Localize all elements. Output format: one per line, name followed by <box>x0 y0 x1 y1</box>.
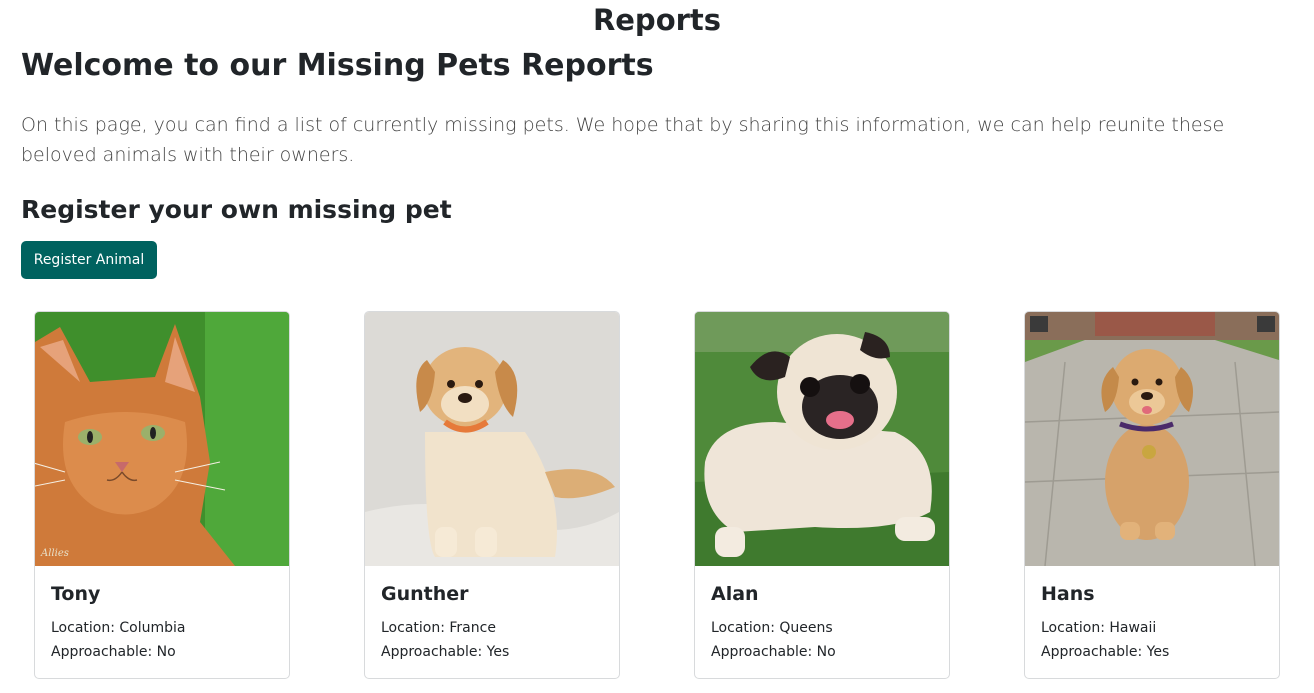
intro-text: On this page, you can find a list of cur… <box>21 114 1225 166</box>
pet-name: Gunther <box>381 583 469 605</box>
photo-watermark: Allies <box>40 548 69 559</box>
welcome-heading: Welcome to our Missing Pets Reports <box>21 48 654 83</box>
register-animal-button[interactable]: Register Animal <box>21 241 157 279</box>
pet-photo-hans <box>1025 312 1279 566</box>
reports-page: Reports Welcome to our Missing Pets Repo… <box>0 0 1314 693</box>
pet-location: Location: Queens <box>711 620 833 636</box>
pet-approachable: Approachable: Yes <box>1041 644 1170 660</box>
pet-card-gunther[interactable]: Gunther Location: France Approachable: Y… <box>364 311 620 679</box>
pet-approachable: Approachable: No <box>711 644 836 660</box>
pet-photo-gunther <box>365 312 619 566</box>
pet-photo-tony: Allies <box>35 312 289 566</box>
pet-card-alan[interactable]: Alan Location: Queens Approachable: No <box>694 311 950 679</box>
pet-location: Location: Columbia <box>51 620 186 636</box>
register-heading: Register your own missing pet <box>21 195 452 224</box>
pet-location: Location: Hawaii <box>1041 620 1157 636</box>
pet-card-tony[interactable]: Allies Tony Location: Columbia Approacha… <box>34 311 290 679</box>
pet-approachable: Approachable: No <box>51 644 176 660</box>
pet-name: Alan <box>711 583 759 605</box>
pet-name: Tony <box>51 583 101 605</box>
pet-card-hans[interactable]: Hans Location: Hawaii Approachable: Yes <box>1024 311 1280 679</box>
page-title: Reports <box>592 3 722 37</box>
pet-approachable: Approachable: Yes <box>381 644 510 660</box>
pet-name: Hans <box>1041 583 1095 605</box>
pet-photo-alan <box>695 312 949 566</box>
pet-location: Location: France <box>381 620 496 636</box>
